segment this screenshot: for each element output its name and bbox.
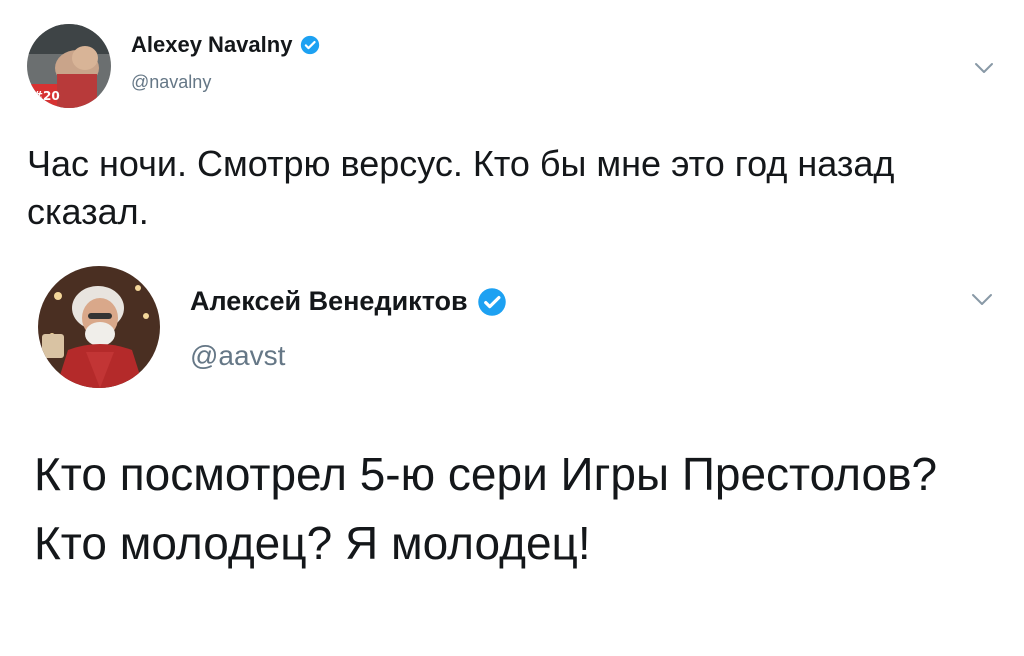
- user-handle[interactable]: @navalny: [131, 72, 211, 93]
- tweet-text: Кто посмотрел 5-ю сери Игры Престолов? К…: [34, 448, 938, 569]
- avatar[interactable]: #20: [27, 24, 111, 108]
- display-name[interactable]: Алексей Венедиктов: [190, 286, 468, 317]
- tweet-navalny: #20 Alexey Navalny @navalny Час ночи. См…: [0, 0, 1024, 262]
- avatar[interactable]: [38, 266, 160, 388]
- user-name-row: Alexey Navalny: [131, 32, 320, 58]
- avatar-badge: #20: [33, 89, 60, 103]
- chevron-down-icon[interactable]: [969, 290, 995, 308]
- chevron-down-icon[interactable]: [972, 60, 996, 76]
- verified-badge-icon: [477, 287, 507, 317]
- user-name-row: Алексей Венедиктов: [190, 286, 507, 317]
- verified-badge-icon: [300, 35, 320, 55]
- tweet-text: Час ночи. Смотрю версус. Кто бы мне это …: [27, 143, 895, 232]
- display-name[interactable]: Alexey Navalny: [131, 32, 292, 58]
- tweet-venediktov: Алексей Венедиктов @aavst Кто посмотрел …: [0, 262, 1024, 656]
- user-handle[interactable]: @aavst: [190, 340, 285, 372]
